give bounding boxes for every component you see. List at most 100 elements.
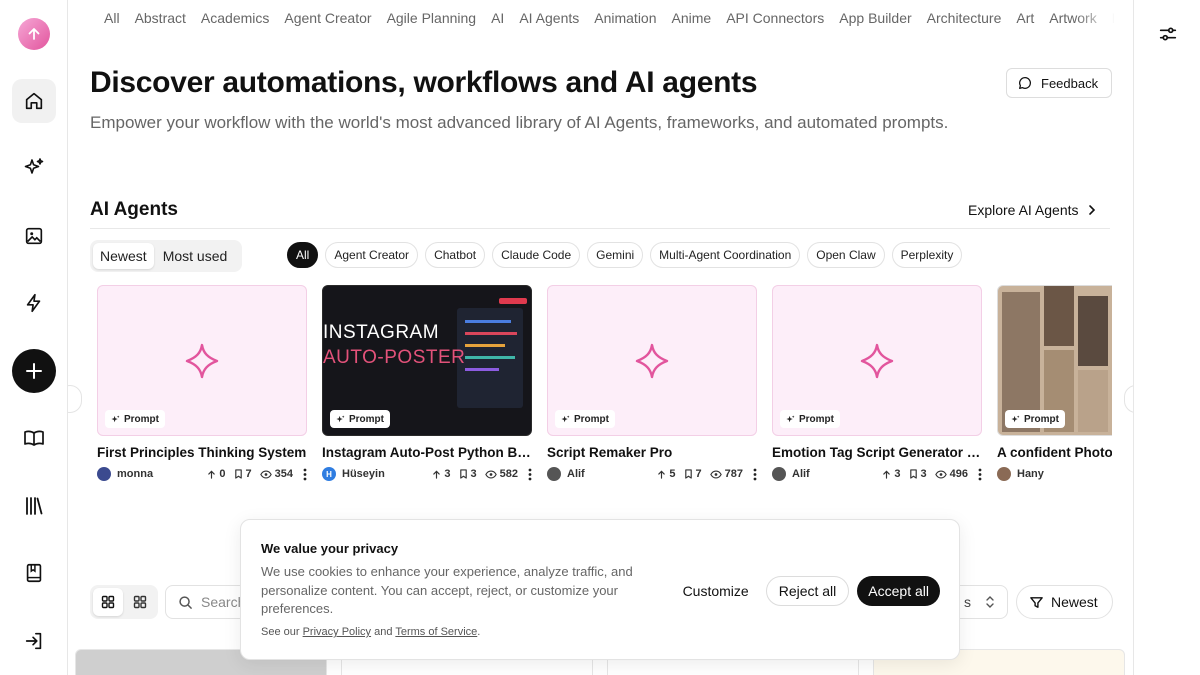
filter-chip[interactable]: Multi-Agent Coordination	[650, 242, 801, 268]
card-thumbnail[interactable]: Prompt	[997, 285, 1112, 436]
accept-all-button[interactable]: Accept all	[857, 576, 940, 606]
section-divider	[90, 228, 1110, 229]
avatar[interactable]	[547, 467, 561, 481]
card-title[interactable]: Script Remaker Pro	[547, 445, 757, 460]
filter-icon	[1030, 596, 1043, 608]
card-title[interactable]: Instagram Auto-Post Python Bot Script	[322, 445, 532, 460]
avatar[interactable]: H	[322, 467, 336, 481]
grid-large-button[interactable]	[93, 588, 123, 616]
avatar[interactable]	[997, 467, 1011, 481]
sort-tab[interactable]: Most used	[156, 243, 235, 269]
agent-card[interactable]: INSTAGRAM AUTO-POSTER Prompt Instagram Auto…	[322, 285, 532, 482]
card-author[interactable]: monna	[117, 468, 199, 480]
filter-chip[interactable]: Chatbot	[425, 242, 486, 268]
category-link[interactable]: Agent Creator	[284, 10, 371, 26]
card-menu-button[interactable]	[753, 468, 757, 481]
save-stat[interactable]: 3	[459, 468, 477, 480]
category-link[interactable]: AI Agents	[519, 10, 579, 26]
save-stat[interactable]: 7	[684, 468, 702, 480]
sort-select-label: s	[964, 594, 971, 610]
save-stat[interactable]: 3	[909, 468, 927, 480]
section-title: AI Agents	[90, 199, 178, 220]
agent-card[interactable]: Prompt Emotion Tag Script Generator for T…	[772, 285, 982, 482]
category-link[interactable]: API Connectors	[726, 10, 824, 26]
category-link[interactable]: Art	[1016, 10, 1034, 26]
filter-chip[interactable]: All	[287, 242, 319, 268]
category-link[interactable]: AI	[491, 10, 504, 26]
card-title[interactable]: First Principles Thinking System	[97, 445, 307, 460]
upvote-stat[interactable]: 3	[882, 468, 901, 480]
arrow-up-icon	[28, 28, 40, 40]
card-author[interactable]: Alif	[567, 468, 649, 480]
upvote-stat[interactable]: 0	[207, 468, 226, 480]
carousel-prev-button[interactable]	[68, 385, 82, 413]
card-title[interactable]: A confident Photographer	[997, 445, 1112, 460]
save-stat[interactable]: 7	[234, 468, 252, 480]
thumb-placeholder	[634, 343, 670, 384]
nav-login-button[interactable]	[12, 619, 56, 663]
feedback-label: Feedback	[1041, 75, 1099, 91]
card-author[interactable]: Alif	[792, 468, 874, 480]
chat-bubble-icon	[1019, 77, 1031, 89]
card-thumbnail[interactable]: INSTAGRAM AUTO-POSTER Prompt	[322, 285, 532, 436]
card-meta: monna 0 7 354	[97, 466, 307, 482]
card-thumbnail[interactable]: Prompt	[97, 285, 307, 436]
avatar[interactable]	[772, 467, 786, 481]
upvote-stat[interactable]: 3	[432, 468, 451, 480]
eye-icon	[484, 470, 497, 478]
upvote-icon	[208, 470, 216, 479]
card-author[interactable]: Hüseyin	[342, 468, 424, 480]
agent-card[interactable]: Prompt Script Remaker Pro Alif 5 7 787	[547, 285, 757, 482]
category-link[interactable]: Academics	[201, 10, 269, 26]
card-thumbnail[interactable]: Prompt	[772, 285, 982, 436]
sparkle-icon	[635, 343, 669, 379]
filter-chip[interactable]: Agent Creator	[325, 242, 419, 268]
avatar[interactable]	[97, 467, 111, 481]
card-menu-button[interactable]	[978, 468, 982, 481]
card-menu-button[interactable]	[303, 468, 307, 481]
filter-chips: All Agent Creator Chatbot Claude Code Gemini…	[287, 242, 963, 268]
card-title[interactable]: Emotion Tag Script Generator for TTS	[772, 445, 982, 460]
nav-bookmark-button[interactable]	[12, 551, 56, 595]
nav-lightning-button[interactable]	[12, 281, 56, 325]
feedback-button[interactable]: Feedback	[1006, 68, 1113, 98]
agent-card[interactable]: Prompt A confident Photographer Hany5	[997, 285, 1112, 482]
explore-link[interactable]: Explore AI Agents	[968, 202, 1098, 218]
card-author[interactable]: Hany	[1017, 468, 1112, 480]
sort-tab[interactable]: Newest	[93, 243, 154, 269]
image-icon	[25, 227, 43, 245]
search-icon	[179, 595, 192, 609]
filter-chip[interactable]: Gemini	[587, 242, 644, 268]
card-menu-button[interactable]	[528, 468, 532, 481]
nav-home-button[interactable]	[12, 79, 56, 123]
category-link[interactable]: Animation	[594, 10, 656, 26]
privacy-policy-link[interactable]: Privacy Policy	[303, 626, 371, 638]
category-link[interactable]: App Builder	[839, 10, 911, 26]
category-link[interactable]: All	[104, 10, 120, 26]
sparkles-small-icon	[111, 414, 120, 422]
category-link[interactable]: Architecture	[927, 10, 1002, 26]
category-link[interactable]: Agile Planning	[387, 10, 477, 26]
upvote-icon	[658, 470, 666, 479]
category-link[interactable]: Abstract	[135, 10, 186, 26]
customize-button[interactable]: Customize	[674, 576, 758, 606]
reject-all-button[interactable]: Reject all	[765, 576, 850, 606]
filter-chip[interactable]: Perplexity	[891, 242, 963, 268]
terms-link[interactable]: Terms of Service	[395, 626, 477, 638]
filter-chip[interactable]: Open Claw	[807, 242, 885, 268]
nav-book-button[interactable]	[12, 416, 56, 460]
category-link[interactable]: Anime	[672, 10, 712, 26]
agent-card[interactable]: Prompt First Principles Thinking System mo…	[97, 285, 307, 482]
card-thumbnail[interactable]: Prompt	[547, 285, 757, 436]
newest-filter-button[interactable]: Newest	[1016, 585, 1113, 619]
filters-button[interactable]	[1156, 22, 1180, 46]
app-logo[interactable]	[18, 18, 50, 50]
nav-create-button[interactable]	[12, 349, 56, 393]
nav-library-button[interactable]	[12, 484, 56, 528]
upvote-stat[interactable]: 5	[657, 468, 676, 480]
carousel-next-button[interactable]	[1124, 385, 1133, 413]
filter-chip[interactable]: Claude Code	[492, 242, 581, 268]
grid-small-button[interactable]	[125, 588, 155, 616]
nav-sparkles-button[interactable]	[12, 146, 56, 190]
nav-image-button[interactable]	[12, 214, 56, 258]
